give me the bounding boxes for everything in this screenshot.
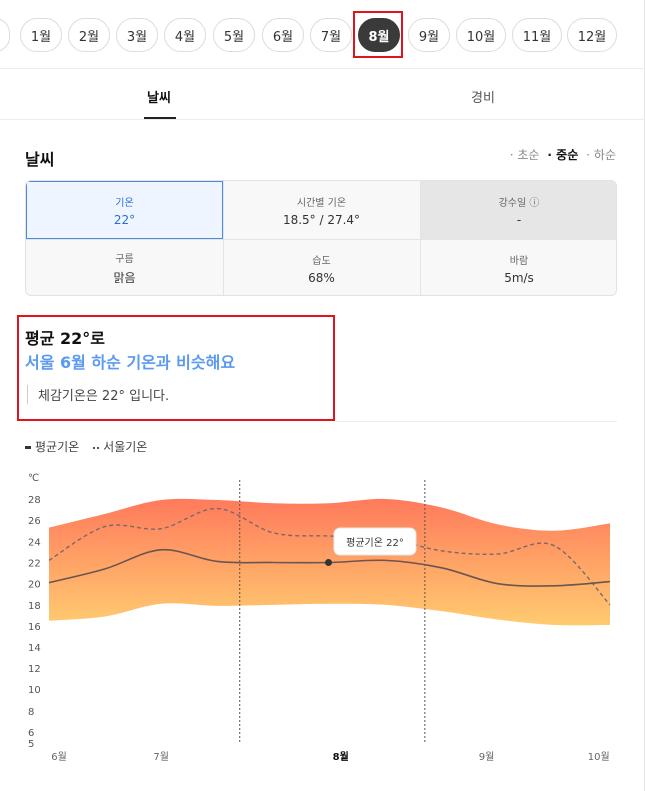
cell-wind[interactable]: 바람 5m/s — [420, 239, 616, 295]
cell-value: - — [516, 212, 522, 227]
y-tick-label: 18 — [28, 601, 41, 612]
period-early[interactable]: · 초순 — [510, 146, 540, 163]
y-tick-label: 26 — [28, 516, 41, 527]
legend-seoul: 서울기온 — [93, 438, 147, 455]
month-pill-1[interactable]: 1월 — [20, 18, 62, 52]
x-tick-label: 8월 — [333, 751, 349, 763]
tooltip-label: 평균기온 22° — [346, 537, 404, 549]
chart-legend: 평균기온 서울기온 — [25, 438, 147, 455]
month-pill-2[interactable]: 2월 — [68, 18, 110, 52]
divider — [0, 119, 645, 120]
summary-headline: 평균 22°로 — [25, 329, 105, 348]
temperature-chart: ℃ 28 26 24 22 20 18 16 14 12 10 8 65 평균기온 22° 6월 7월 8월 9월… — [28, 473, 611, 763]
period-selector: · 초순 · 중순 · 하순 — [510, 146, 616, 163]
y-tick-label: 5 — [28, 739, 34, 750]
y-tick-label: 8 — [28, 707, 34, 718]
month-pill-9[interactable]: 9월 — [408, 18, 450, 52]
y-tick-label: 16 — [28, 622, 41, 633]
period-late[interactable]: · 하순 — [586, 146, 616, 163]
cell-label: 시간별 기온 — [296, 197, 347, 209]
x-tick-label: 9월 — [479, 751, 495, 763]
cell-label: 구름 — [115, 254, 134, 265]
cell-humidity[interactable]: 습도 68% — [223, 239, 420, 295]
cell-cloud[interactable]: 구름 맑음 — [26, 239, 223, 295]
cell-value: 18.5° / 27.4° — [282, 212, 361, 227]
cell-label: 강수일 ⓘ — [498, 197, 540, 209]
cell-rain-days[interactable]: 강수일 ⓘ - — [420, 181, 616, 239]
cell-hourly-temperature[interactable]: 시간별 기온 18.5° / 27.4° — [223, 181, 420, 239]
grid-line — [26, 239, 616, 240]
y-tick-label: 6 — [28, 728, 34, 739]
y-tick-label: 22 — [28, 559, 41, 570]
month-selector: ‹ 1월 2월 3월 4월 5월 6월 7월 8월 9월 10월 11월 12월 — [0, 18, 645, 52]
x-tick-label: 6월 — [51, 751, 67, 763]
month-pill-6[interactable]: 6월 — [262, 18, 304, 52]
grid-line — [420, 181, 421, 295]
month-pill-7[interactable]: 7월 — [310, 18, 352, 52]
tab-weather[interactable]: 날씨 — [147, 87, 171, 106]
weather-section-title: 날씨 — [25, 150, 55, 169]
y-tick-label: 28 — [28, 495, 41, 506]
y-tick-label: 14 — [28, 643, 41, 654]
cell-value: 5m/s — [504, 270, 534, 285]
y-tick-label: 12 — [28, 664, 41, 675]
summary-feels-like: 체감기온은 22° 입니다. — [27, 385, 169, 404]
selected-point — [325, 559, 332, 566]
tab-cost[interactable]: 경비 — [471, 87, 495, 106]
legend-avg: 평균기온 — [25, 438, 79, 455]
month-pill-12[interactable]: 12월 — [567, 18, 617, 52]
period-mid[interactable]: · 중순 — [547, 146, 578, 163]
y-tick-label: 10 — [28, 685, 41, 696]
month-pill-10[interactable]: 10월 — [456, 18, 506, 52]
cell-label: 바람 — [509, 255, 529, 267]
cell-temperature[interactable]: 기온 22° — [26, 181, 223, 239]
divider — [0, 68, 645, 69]
dotted-line-icon — [93, 446, 100, 449]
month-pill-4[interactable]: 4월 — [164, 18, 206, 52]
weather-grid: 기온 22° 시간별 기온 18.5° / 27.4° 강수일 ⓘ - 구름 맑… — [25, 180, 617, 296]
cell-label: 기온 — [115, 197, 134, 209]
x-tick-label: 10월 — [588, 751, 610, 763]
y-axis-unit: ℃ — [28, 473, 39, 484]
divider — [335, 421, 617, 422]
y-tick-label: 24 — [28, 537, 41, 548]
solid-line-icon — [25, 446, 31, 449]
cell-value: 68% — [308, 270, 335, 285]
cell-value: 맑음 — [113, 271, 136, 285]
selected-month-highlight — [353, 11, 403, 58]
page: ‹ 1월 2월 3월 4월 5월 6월 7월 8월 9월 10월 11월 12월… — [0, 0, 645, 791]
month-prev-partial[interactable]: ‹ — [0, 18, 10, 52]
x-tick-label: 7월 — [153, 751, 169, 763]
info-icon[interactable]: ⓘ — [529, 198, 539, 209]
grid-line — [223, 181, 224, 295]
cell-label: 습도 — [312, 255, 331, 267]
cell-value: 22° — [113, 212, 136, 227]
month-pill-3[interactable]: 3월 — [116, 18, 158, 52]
month-pill-11[interactable]: 11월 — [512, 18, 562, 52]
month-pill-5[interactable]: 5월 — [213, 18, 255, 52]
summary-compare: 서울 6월 하순 기온과 비슷해요 — [25, 353, 236, 372]
y-tick-label: 20 — [28, 580, 41, 591]
